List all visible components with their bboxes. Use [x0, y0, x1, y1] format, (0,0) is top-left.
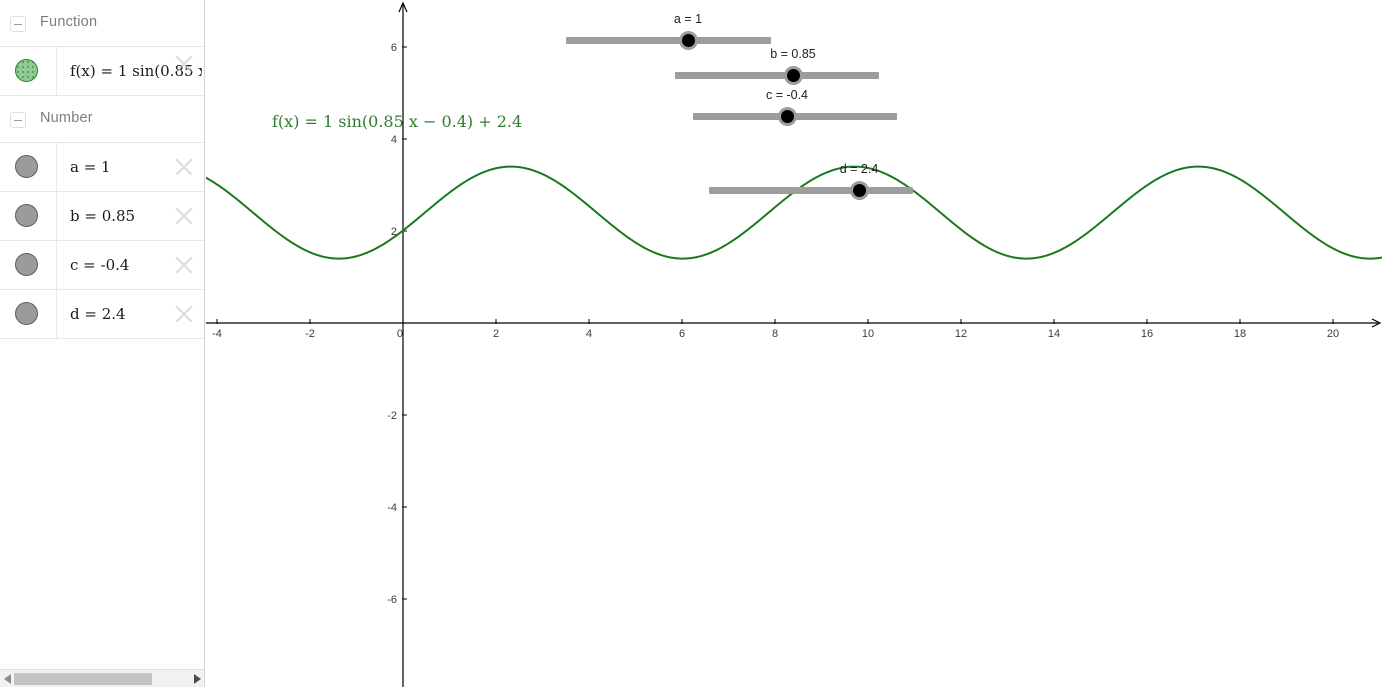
sidebar-horizontal-scrollbar[interactable]: [0, 669, 204, 687]
slider-track[interactable]: [675, 72, 879, 79]
group-title-function: Function: [40, 14, 98, 30]
group-header-number: Number: [0, 96, 204, 143]
algebra-row-function[interactable]: f(x) = 1 sin(0.85 x − 0.4) + 2.4: [0, 47, 204, 96]
marker-cell[interactable]: [0, 143, 57, 191]
scrollbar-thumb[interactable]: [14, 673, 152, 685]
graph-canvas[interactable]: -4 -2 0 2 4 6 8 10 12 14 16 18 20642-2-4-6: [206, 0, 1382, 687]
tick-label: -2: [305, 328, 315, 340]
slider-b[interactable]: b = 0.85: [675, 47, 879, 85]
slider-d[interactable]: d = 2.4: [709, 162, 913, 200]
close-icon[interactable]: [173, 303, 195, 325]
algebra-sidebar: Function f(x) = 1 sin(0.85 x − 0.4) + 2.…: [0, 0, 205, 687]
algebra-row-d[interactable]: d = 2.4: [0, 290, 204, 339]
close-icon[interactable]: [173, 156, 195, 178]
graphics-view[interactable]: -4 -2 0 2 4 6 8 10 12 14 16 18 20 6 4 2 -2 -4 -6 f(x) = 1 …: [206, 0, 1382, 687]
visibility-toggle-circle-gray[interactable]: [15, 204, 38, 227]
tick-label: 10: [862, 328, 874, 340]
slider-knob[interactable]: [777, 107, 797, 126]
tick-label: 16: [1141, 328, 1153, 340]
algebra-row-label: d = 2.4: [70, 305, 126, 323]
close-icon[interactable]: [173, 205, 195, 227]
slider-label-b: b = 0.85: [770, 47, 816, 61]
tick-label: 20: [1327, 328, 1339, 340]
tick-label: 18: [1234, 328, 1246, 340]
slider-label-a: a = 1: [673, 12, 703, 26]
tick-label: -4: [212, 328, 222, 340]
slider-label-c: c = -0.4: [765, 88, 809, 102]
tick-label: 12: [955, 328, 967, 340]
close-icon[interactable]: [173, 53, 195, 75]
function-curve: [206, 165, 1382, 260]
tick-label: 0: [397, 328, 403, 340]
group-header-function: Function: [0, 0, 204, 47]
tick-label: -2: [387, 410, 397, 422]
marker-cell[interactable]: [0, 47, 57, 95]
tick-label: 2: [493, 328, 499, 340]
visibility-toggle-circle-green[interactable]: [15, 59, 38, 82]
algebra-row-label: b = 0.85: [70, 207, 136, 225]
tick-label: -6: [387, 594, 397, 606]
algebra-row-label: a = 1: [70, 158, 111, 176]
marker-cell[interactable]: [0, 290, 57, 338]
slider-track[interactable]: [709, 187, 913, 194]
tick-label: -4: [387, 502, 397, 514]
axes: [206, 1, 1382, 687]
algebra-row-a[interactable]: a = 1: [0, 143, 204, 192]
tick-label: 14: [1048, 328, 1060, 340]
slider-knob[interactable]: [678, 31, 698, 50]
algebra-row-b[interactable]: b = 0.85: [0, 192, 204, 241]
slider-label-d: d = 2.4: [839, 162, 879, 176]
tick-label: 6: [391, 42, 397, 54]
marker-cell[interactable]: [0, 192, 57, 240]
collapse-icon[interactable]: [10, 16, 26, 32]
visibility-toggle-circle-gray[interactable]: [15, 253, 38, 276]
algebra-row-c[interactable]: c = -0.4: [0, 241, 204, 290]
scroll-right-arrow-icon[interactable]: [194, 674, 201, 684]
geogebra-app: Function f(x) = 1 sin(0.85 x − 0.4) + 2.…: [0, 0, 1382, 687]
slider-track[interactable]: [566, 37, 771, 44]
slider-knob[interactable]: [783, 66, 803, 85]
tick-label: 6: [679, 328, 685, 340]
slider-c[interactable]: c = -0.4: [693, 88, 897, 126]
group-title-number: Number: [40, 110, 93, 126]
slider-knob[interactable]: [849, 181, 869, 200]
tick-label: 4: [391, 134, 397, 146]
collapse-icon[interactable]: [10, 112, 26, 128]
tick-label: 4: [586, 328, 592, 340]
visibility-toggle-circle-gray[interactable]: [15, 155, 38, 178]
scroll-left-arrow-icon[interactable]: [4, 674, 11, 684]
function-label: f(x) = 1 sin(0.85 x − 0.4) + 2.4: [272, 112, 523, 131]
algebra-row-label: c = -0.4: [70, 256, 130, 274]
tick-label: 8: [772, 328, 778, 340]
marker-cell[interactable]: [0, 241, 57, 289]
slider-a[interactable]: a = 1: [566, 12, 771, 50]
visibility-toggle-circle-gray[interactable]: [15, 302, 38, 325]
close-icon[interactable]: [173, 254, 195, 276]
